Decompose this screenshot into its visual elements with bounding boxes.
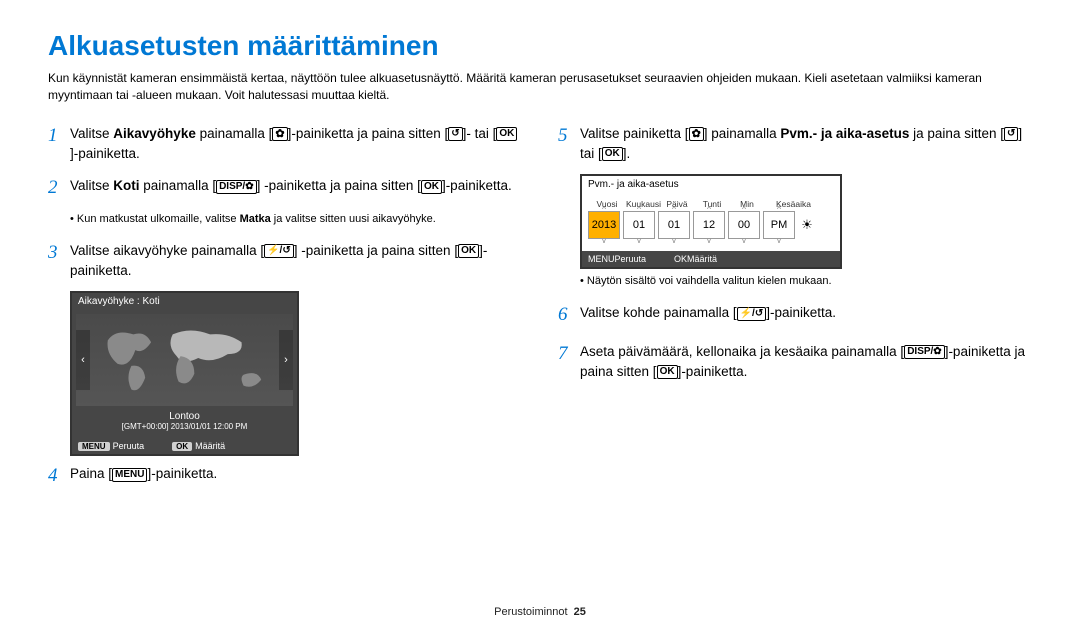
timezone-screen: Aikavyöhyke : Koti ‹ › Lontoo [GMT+00:00…: [70, 291, 299, 456]
ampm-cell[interactable]: PM: [763, 211, 795, 239]
map-timestamp: [GMT+00:00] 2013/01/01 12:00 PM: [76, 422, 293, 434]
step-number: 2: [48, 174, 70, 203]
step-body: Paina [MENU]-painiketta.: [70, 462, 217, 491]
page-title: Alkuasetusten määrittäminen: [48, 30, 1032, 62]
screen-footer: MENUPeruuta OKMääritä: [72, 438, 297, 454]
macro-icon: ✿: [272, 127, 287, 141]
ok-icon: OK: [421, 180, 442, 194]
step-3: 3 Valitse aikavyöhyke painamalla [⚡/↺] -…: [48, 239, 522, 282]
ok-icon: OK: [458, 244, 479, 258]
step-6: 6 Valitse kohde painamalla [⚡/↺]-painike…: [558, 301, 1032, 330]
cancel-hint: MENUPeruuta: [78, 441, 144, 451]
menu-icon: MENU: [112, 468, 147, 482]
step-2-note: Kun matkustat ulkomaille, valitse Matka …: [70, 213, 522, 225]
step-1: 1 Valitse Aikavyöhyke painamalla [✿]-pai…: [48, 122, 522, 165]
world-map: ‹ ›: [76, 314, 293, 406]
timer-icon: ↺: [448, 127, 462, 141]
ok-icon: OK: [172, 442, 192, 451]
dst-icon[interactable]: ☀: [798, 217, 816, 233]
macro-icon: ✿: [689, 127, 704, 141]
map-left-arrow[interactable]: ‹: [76, 330, 90, 390]
ok-icon: OK: [657, 365, 678, 379]
step-4: 4 Paina [MENU]-painiketta.: [48, 462, 522, 491]
step-body: Valitse painiketta [✿] painamalla Pvm.- …: [580, 122, 1032, 165]
columns: 1 Valitse Aikavyöhyke painamalla [✿]-pai…: [48, 122, 1032, 501]
step-body: Valitse Koti painamalla [DISP/✿] -painik…: [70, 174, 512, 203]
step-5-note: Näytön sisältö voi vaihdella valitun kie…: [580, 275, 1032, 287]
footer-section: Perustoiminnot: [494, 606, 567, 618]
set-hint: OKMääritä: [172, 441, 225, 451]
step-number: 4: [48, 462, 70, 491]
date-body: Vuosi Kuukausi Päivä Tunti Min Kesäaika …: [582, 193, 840, 245]
map-body: ‹ › Lontoo [GMT+00:00] 2013/01/01 12:00 …: [72, 310, 297, 438]
set-hint: OKMääritä: [674, 254, 717, 264]
step-number: 6: [558, 301, 580, 330]
ok-icon: OK: [674, 254, 687, 264]
timer-icon: ↺: [1004, 127, 1018, 141]
intro-text: Kun käynnistät kameran ensimmäistä kerta…: [48, 70, 1032, 104]
step-body: Valitse aikavyöhyke painamalla [⚡/↺] -pa…: [70, 239, 522, 282]
step-7: 7 Aseta päivämäärä, kellonaika ja kesäai…: [558, 340, 1032, 383]
menu-icon: MENU: [588, 254, 615, 264]
world-map-graphic: [96, 318, 273, 402]
flash-timer-icon: ⚡/↺: [264, 244, 294, 258]
step-number: 3: [48, 239, 70, 282]
ok-icon: OK: [602, 147, 623, 161]
step-2: 2 Valitse Koti painamalla [DISP/✿] -pain…: [48, 174, 522, 203]
step-body: Valitse Aikavyöhyke painamalla [✿]-paini…: [70, 122, 522, 165]
flash-timer-icon: ⚡/↺: [737, 307, 767, 321]
year-cell[interactable]: 2013: [588, 211, 620, 239]
menu-icon: MENU: [78, 442, 110, 451]
left-column: 1 Valitse Aikavyöhyke painamalla [✿]-pai…: [48, 122, 522, 501]
minute-cell[interactable]: 00: [728, 211, 760, 239]
day-cell[interactable]: 01: [658, 211, 690, 239]
step-number: 7: [558, 340, 580, 383]
month-cell[interactable]: 01: [623, 211, 655, 239]
ok-icon: OK: [496, 127, 517, 141]
hour-cell[interactable]: 12: [693, 211, 725, 239]
right-column: 5 Valitse painiketta [✿] painamalla Pvm.…: [558, 122, 1032, 501]
step-5: 5 Valitse painiketta [✿] painamalla Pvm.…: [558, 122, 1032, 165]
screen-title: Aikavyöhyke : Koti: [72, 293, 297, 310]
disp-macro-icon: DISP/✿: [904, 345, 945, 359]
screen-footer: MENUPeruuta OKMääritä: [582, 251, 840, 267]
map-right-arrow[interactable]: ›: [279, 330, 293, 390]
date-values: 2013 01 01 12 00 PM ☀: [588, 211, 834, 239]
step-number: 5: [558, 122, 580, 165]
screen-title: Pvm.- ja aika-asetus: [582, 176, 840, 193]
disp-macro-icon: DISP/✿: [216, 180, 257, 194]
step-body: Valitse kohde painamalla [⚡/↺]-painikett…: [580, 301, 836, 330]
step-body: Aseta päivämäärä, kellonaika ja kesäaika…: [580, 340, 1032, 383]
page-footer: Perustoiminnot 25: [0, 606, 1080, 618]
step-number: 1: [48, 122, 70, 165]
date-time-screen: Pvm.- ja aika-asetus Vuosi Kuukausi Päiv…: [580, 174, 842, 269]
map-city: Lontoo: [76, 406, 293, 422]
footer-page: 25: [574, 606, 586, 618]
cancel-hint: MENUPeruuta: [588, 254, 646, 264]
